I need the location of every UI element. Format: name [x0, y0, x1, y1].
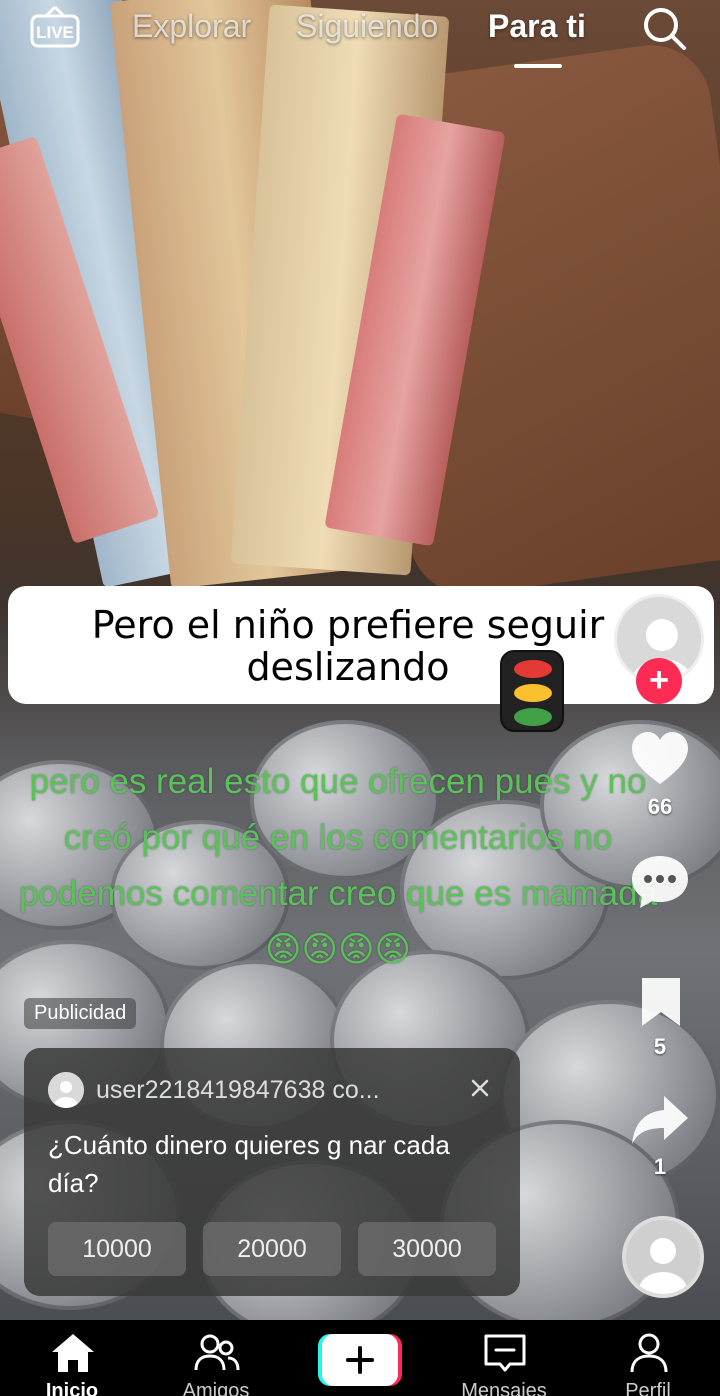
banner-text: Pero el niño prefiere seguir deslizando	[91, 603, 605, 689]
create-button[interactable]	[318, 1332, 402, 1388]
nav-label: Perfil	[625, 1380, 671, 1396]
nav-amigos[interactable]: Amigos	[156, 1320, 276, 1396]
share-count: 1	[653, 1154, 667, 1179]
like-button[interactable]	[628, 728, 692, 792]
video-banner: Pero el niño prefiere seguir deslizando	[8, 586, 714, 704]
poll-option[interactable]: 30000	[358, 1222, 496, 1276]
nav-inicio[interactable]: Inicio	[12, 1320, 132, 1396]
tab-siguiendo[interactable]: Siguiendo	[296, 8, 438, 45]
bookmark-icon	[642, 978, 680, 1026]
default-avatar-icon	[626, 1220, 700, 1294]
inbox-icon	[484, 1334, 526, 1372]
traffic-light-green	[514, 708, 552, 726]
bottom-nav: Inicio Amigos Mensajes Perfil	[0, 1320, 720, 1396]
nav-mensajes[interactable]: Mensajes	[444, 1320, 564, 1396]
create-icon	[318, 1334, 402, 1386]
live-button[interactable]: LIVE	[30, 6, 82, 50]
home-icon	[52, 1334, 94, 1372]
tab-para-ti[interactable]: Para ti	[488, 8, 586, 45]
default-avatar-icon	[48, 1072, 84, 1108]
bookmark-count: 5	[653, 1034, 667, 1059]
search-icon	[644, 8, 686, 50]
traffic-light-yellow	[514, 684, 552, 702]
close-button[interactable]	[464, 1072, 496, 1104]
music-disc[interactable]	[622, 1216, 704, 1298]
ad-user-avatar	[48, 1072, 84, 1108]
close-icon	[471, 1079, 489, 1097]
heart-icon	[632, 732, 688, 784]
friends-icon	[194, 1334, 240, 1371]
follow-button[interactable]: +	[636, 658, 682, 704]
share-button[interactable]	[628, 1090, 692, 1150]
comment-button[interactable]	[628, 852, 692, 912]
bookmark-button[interactable]	[636, 974, 686, 1030]
traffic-light-emoji	[500, 650, 564, 732]
ad-username[interactable]: user2218419847638 co...	[96, 1076, 416, 1105]
tab-explorar[interactable]: Explorar	[132, 8, 251, 45]
poll-option[interactable]: 10000	[48, 1222, 186, 1276]
ad-poll-card: user2218419847638 co... ¿Cuánto dinero q…	[24, 1048, 520, 1296]
poll-option[interactable]: 20000	[203, 1222, 341, 1276]
video-caption-overlay: pero es real esto que ofrecen pues y no …	[18, 762, 658, 969]
poll-question: ¿Cuánto dinero quieres g nar cada día?	[48, 1130, 450, 1198]
nav-perfil[interactable]: Perfil	[588, 1320, 708, 1396]
nav-label: Mensajes	[461, 1380, 547, 1396]
active-tab-indicator	[514, 64, 562, 68]
nav-label: Amigos	[182, 1380, 250, 1396]
top-bar: LIVE Explorar Siguiendo Para ti	[0, 0, 720, 80]
plus-icon: +	[649, 661, 669, 699]
share-icon	[632, 1096, 688, 1144]
like-count: 66	[647, 794, 673, 819]
live-icon: LIVE	[30, 6, 80, 48]
live-label: LIVE	[36, 23, 74, 42]
ad-label: Publicidad	[24, 998, 137, 1029]
comment-icon	[632, 856, 688, 908]
search-button[interactable]	[640, 4, 690, 54]
nav-label: Inicio	[45, 1380, 99, 1396]
profile-icon	[630, 1333, 668, 1373]
traffic-light-red	[514, 660, 552, 678]
